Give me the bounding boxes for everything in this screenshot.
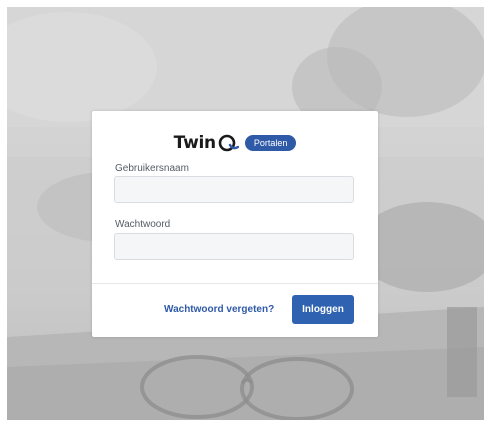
password-input[interactable] bbox=[114, 233, 354, 260]
login-card: Twin Portalen Gebruikersnaam Wachtwoord … bbox=[92, 111, 378, 337]
login-button[interactable]: Inloggen bbox=[292, 295, 354, 324]
username-input[interactable] bbox=[114, 176, 354, 203]
portal-badge: Portalen bbox=[244, 135, 297, 151]
brand-logo: Twin Portalen bbox=[92, 131, 378, 155]
username-label: Gebruikersnaam bbox=[115, 163, 189, 174]
card-divider bbox=[92, 283, 378, 284]
brand-wordmark: Twin bbox=[173, 133, 240, 153]
login-page: Twin Portalen Gebruikersnaam Wachtwoord … bbox=[0, 0, 489, 423]
twinq-q-logo-icon bbox=[217, 134, 240, 152]
brand-name: Twin bbox=[173, 133, 216, 153]
password-label: Wachtwoord bbox=[115, 219, 171, 230]
forgot-password-link[interactable]: Wachtwoord vergeten? bbox=[164, 304, 274, 315]
